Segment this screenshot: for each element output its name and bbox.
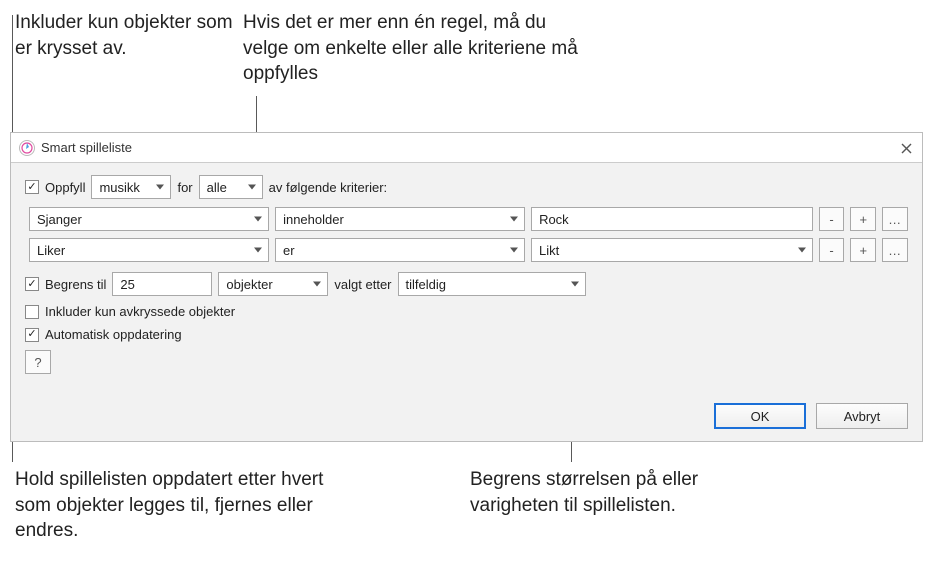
rule-value-text: Likt (539, 243, 559, 258)
only-checked-checkbox[interactable] (25, 305, 39, 319)
rule-field-value: Liker (37, 243, 65, 258)
limit-by-value: tilfeldig (406, 277, 446, 292)
rule-row: Sjanger inneholder Rock - + … (25, 207, 908, 231)
limit-label: Begrens til (45, 277, 106, 292)
dialog-title: Smart spilleliste (41, 140, 132, 155)
callout-match-scope: Hvis det er mer enn én regel, må du velg… (243, 10, 583, 87)
live-update-checkbox[interactable] (25, 328, 39, 342)
help-button[interactable]: ? (25, 350, 51, 374)
callout-limit: Begrens størrelsen på eller varigheten t… (470, 467, 700, 518)
match-trailing: av følgende kriterier: (269, 180, 388, 195)
rule-value-select[interactable]: Likt (531, 238, 813, 262)
limit-checkbox[interactable] (25, 277, 39, 291)
match-row: Oppfyll musikk for alle av følgende krit… (25, 175, 908, 199)
close-button[interactable] (896, 138, 916, 158)
rule-more-button[interactable]: … (882, 207, 908, 231)
rule-op-value: inneholder (283, 212, 344, 227)
limit-mid-label: valgt etter (334, 277, 391, 292)
rules-list: Sjanger inneholder Rock - + … Liker er (25, 207, 908, 262)
scope-select[interactable]: alle (199, 175, 263, 199)
media-select-value: musikk (99, 180, 139, 195)
rule-more-button[interactable]: … (882, 238, 908, 262)
limit-value-text: 25 (120, 277, 134, 292)
smart-playlist-dialog: Smart spilleliste Oppfyll musikk for all… (10, 132, 923, 442)
limit-unit-select[interactable]: objekter (218, 272, 328, 296)
rule-field-select[interactable]: Sjanger (29, 207, 269, 231)
rule-value-input[interactable]: Rock (531, 207, 813, 231)
only-checked-row: Inkluder kun avkryssede objekter (25, 304, 908, 319)
limit-by-select[interactable]: tilfeldig (398, 272, 586, 296)
itunes-icon (19, 140, 35, 156)
only-checked-label: Inkluder kun avkryssede objekter (45, 304, 235, 319)
ok-button[interactable]: OK (714, 403, 806, 429)
live-update-label: Automatisk oppdatering (45, 327, 182, 342)
dialog-body: Oppfyll musikk for alle av følgende krit… (11, 163, 922, 384)
rule-field-select[interactable]: Liker (29, 238, 269, 262)
rule-op-select[interactable]: inneholder (275, 207, 525, 231)
limit-value-input[interactable]: 25 (112, 272, 212, 296)
rule-row: Liker er Likt - + … (25, 238, 908, 262)
live-update-row: Automatisk oppdatering (25, 327, 908, 342)
action-buttons: OK Avbryt (714, 403, 908, 429)
match-checkbox[interactable] (25, 180, 39, 194)
scope-select-value: alle (207, 180, 227, 195)
callout-only-checked: Inkluder kun objekter som er krysset av. (15, 10, 235, 61)
rule-remove-button[interactable]: - (819, 238, 845, 262)
rule-remove-button[interactable]: - (819, 207, 845, 231)
media-select[interactable]: musikk (91, 175, 171, 199)
cancel-button[interactable]: Avbryt (816, 403, 908, 429)
footer-row: ? (25, 350, 908, 374)
limit-unit-value: objekter (226, 277, 272, 292)
match-label: Oppfyll (45, 180, 85, 195)
callout-live-update: Hold spillelisten oppdatert etter hvert … (15, 467, 345, 544)
rule-op-select[interactable]: er (275, 238, 525, 262)
limit-row: Begrens til 25 objekter valgt etter tilf… (25, 272, 908, 296)
titlebar: Smart spilleliste (11, 133, 922, 163)
rule-field-value: Sjanger (37, 212, 82, 227)
rule-value-text: Rock (539, 212, 569, 227)
for-label: for (177, 180, 192, 195)
rule-add-button[interactable]: + (850, 207, 876, 231)
rule-op-value: er (283, 243, 295, 258)
rule-add-button[interactable]: + (850, 238, 876, 262)
